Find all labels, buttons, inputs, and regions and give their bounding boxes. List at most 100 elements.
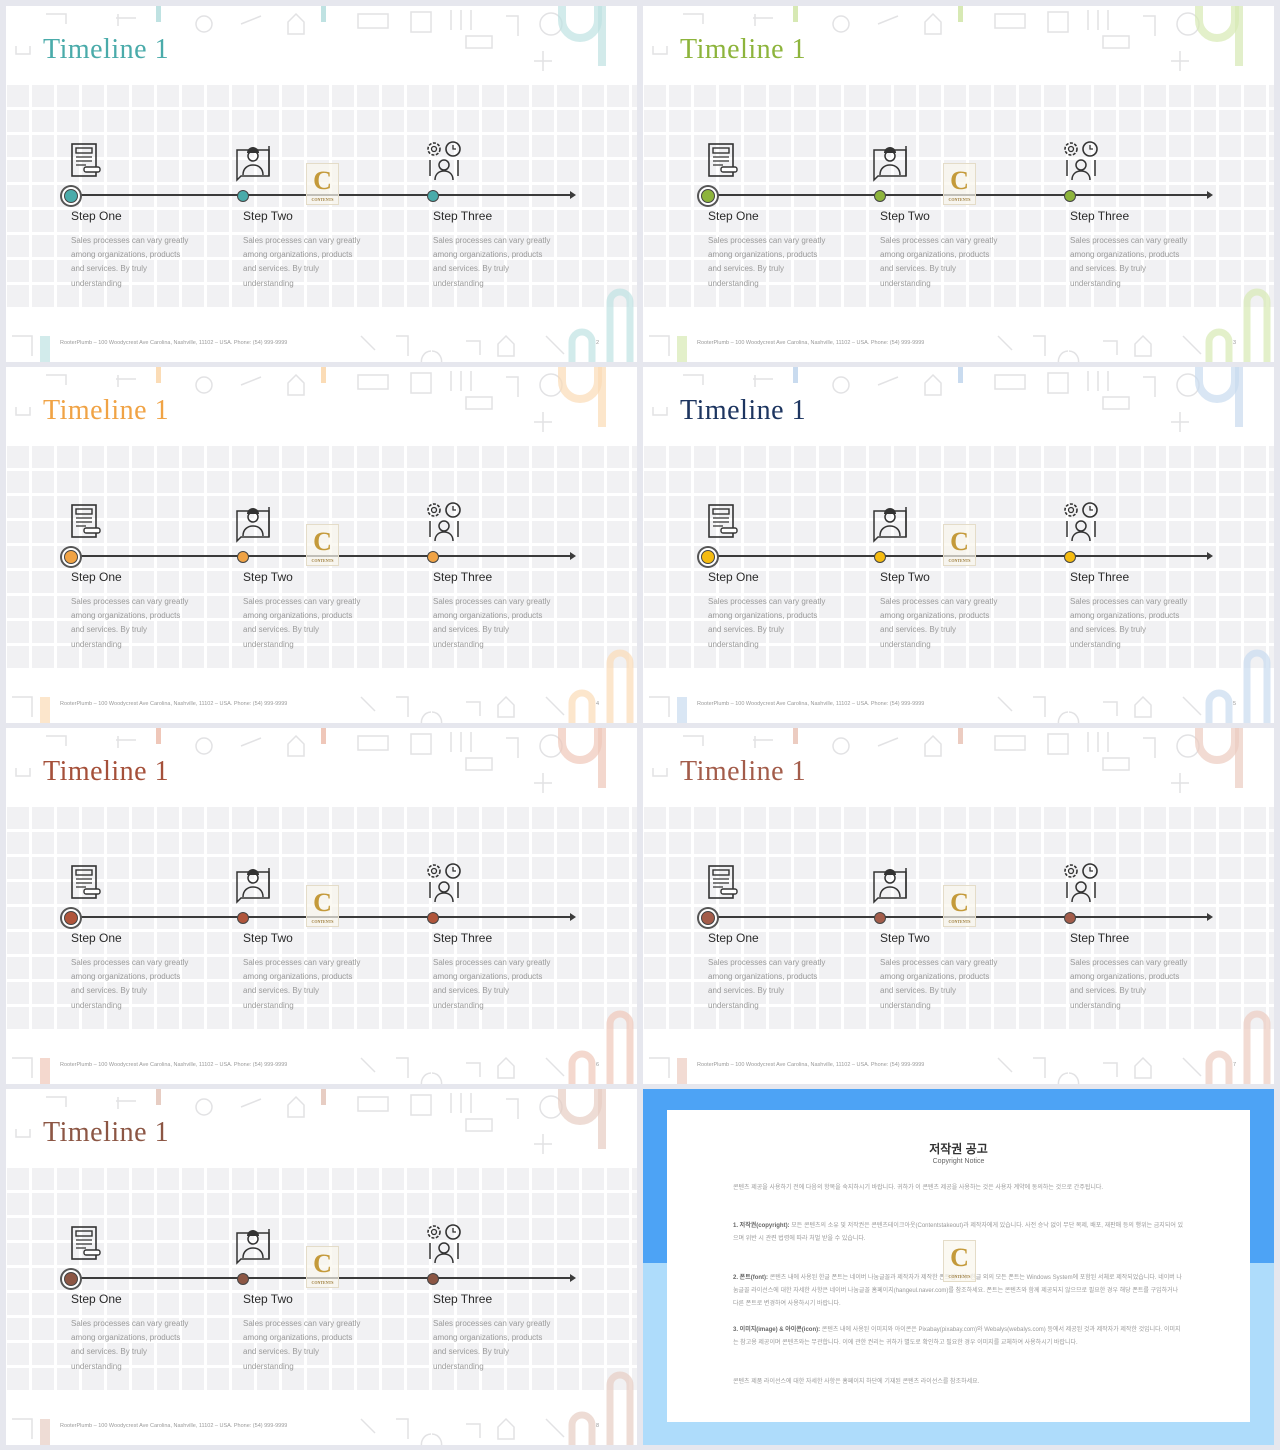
gears-clock-worker-icon <box>1064 502 1098 542</box>
step-label: Step Three <box>433 570 493 584</box>
engineer-blueprint-icon <box>236 507 270 543</box>
slide-thumbnail[interactable]: Timeline 1 C CONTENTS Step One Sales proc… <box>6 728 637 1084</box>
timeline-dot <box>874 912 886 924</box>
step-description-line: and services. By truly <box>708 986 785 996</box>
step-description-line: Sales processes can vary greatly <box>880 958 998 967</box>
slide-thumbnail[interactable]: Timeline 1 C CONTENTS Step One Sales proc… <box>6 1089 637 1445</box>
step-description: Sales processes can vary greatly among or… <box>1070 595 1200 652</box>
step-description: Sales processes can vary greatly among or… <box>880 234 1010 291</box>
step-description-line: and services. By truly <box>71 625 148 635</box>
slide-copyright-notice[interactable]: 저작권 공고 Copyright Notice 콘텐츠 제공을 사용하기 전에 … <box>643 1089 1274 1445</box>
step-description-line: Sales processes can vary greatly <box>71 958 189 967</box>
watermark-logo: C CONTENTS <box>943 163 976 205</box>
step-description-line: and services. By truly <box>880 986 957 996</box>
timeline-dot <box>427 1273 439 1285</box>
contract-icon <box>708 143 738 177</box>
step-description-line: and services. By truly <box>71 264 148 274</box>
slide-title: Timeline 1 <box>680 34 807 65</box>
slide-thumbnail[interactable]: Timeline 1 C CONTENTS Step One Sales proc… <box>643 367 1274 723</box>
slide-title: Timeline 1 <box>680 395 807 426</box>
step-description-line: Sales processes can vary greatly <box>1070 958 1188 967</box>
timeline-arrowhead <box>570 1274 576 1282</box>
step-description-line: understanding <box>880 1000 931 1010</box>
timeline-dot <box>701 550 715 564</box>
step-description-line: Sales processes can vary greatly <box>243 597 361 606</box>
page-number: 5 <box>1233 701 1237 707</box>
page-number: 3 <box>1233 340 1237 346</box>
timeline-dot <box>1064 912 1076 924</box>
step-description-line: understanding <box>243 1361 294 1371</box>
step-description-line: among organizations, products <box>71 972 181 982</box>
step-description-line: and services. By truly <box>708 625 785 635</box>
step-description-line: and services. By truly <box>71 1347 148 1357</box>
watermark-logo: C CONTENTS <box>306 885 339 927</box>
step-description: Sales processes can vary greatly among or… <box>433 234 563 291</box>
timeline-dot <box>237 912 249 924</box>
contract-icon <box>71 1226 101 1260</box>
step-description: Sales processes can vary greatly among or… <box>71 234 201 291</box>
step-description-line: understanding <box>1070 639 1121 649</box>
step-description-line: Sales processes can vary greatly <box>433 597 551 606</box>
step-description-line: understanding <box>708 278 759 288</box>
timeline-dot <box>427 912 439 924</box>
step-description-line: among organizations, products <box>243 1333 353 1343</box>
step-description-line: among organizations, products <box>71 250 181 260</box>
engineer-blueprint-icon <box>873 146 907 182</box>
copyright-item-head: 1. 저작권(copyright): <box>733 1223 790 1229</box>
slide-thumbnail[interactable]: Timeline 1 C CONTENTS Step One Sales proc… <box>643 6 1274 362</box>
step-description-line: among organizations, products <box>1070 250 1180 260</box>
step-label: Step Three <box>1070 209 1130 223</box>
step-description-line: understanding <box>1070 1000 1121 1010</box>
step-description-line: understanding <box>708 1000 759 1010</box>
step-label: Step One <box>708 931 759 945</box>
timeline-dot <box>64 1272 78 1286</box>
page-number: 8 <box>596 1423 600 1429</box>
step-description-line: among organizations, products <box>71 611 181 621</box>
copyright-card: 저작권 공고 Copyright Notice 콘텐츠 제공을 사용하기 전에 … <box>667 1110 1250 1422</box>
step-description-line: understanding <box>71 278 122 288</box>
step-description-line: understanding <box>433 1361 484 1371</box>
slide-title: Timeline 1 <box>43 1117 170 1148</box>
step-description-line: among organizations, products <box>708 250 818 260</box>
slide-footer-address: RooterPlumb – 100 Woodycrest Ave Carolin… <box>60 340 288 346</box>
step-description-line: Sales processes can vary greatly <box>708 236 826 245</box>
slide-thumbnail[interactable]: Timeline 1 C CONTENTS Step One Sales proc… <box>643 728 1274 1084</box>
timeline-dot <box>701 189 715 203</box>
step-description-line: Sales processes can vary greatly <box>243 958 361 967</box>
step-description-line: among organizations, products <box>243 250 353 260</box>
step-description-line: understanding <box>71 1000 122 1010</box>
slide-title: Timeline 1 <box>43 756 170 787</box>
timeline-dot <box>427 190 439 202</box>
step-description-line: understanding <box>433 278 484 288</box>
step-description-line: and services. By truly <box>433 986 510 996</box>
step-description-line: and services. By truly <box>1070 264 1147 274</box>
timeline-dot <box>237 190 249 202</box>
slide-title: Timeline 1 <box>43 395 170 426</box>
step-label: Step Three <box>433 209 493 223</box>
gears-clock-worker-icon <box>427 502 461 542</box>
step-description-line: understanding <box>243 1000 294 1010</box>
step-description-line: Sales processes can vary greatly <box>243 1319 361 1328</box>
copyright-item-head: 2. 폰트(font): <box>733 1275 769 1281</box>
step-description-line: among organizations, products <box>243 972 353 982</box>
step-description: Sales processes can vary greatly among or… <box>433 956 563 1013</box>
step-description-line: understanding <box>433 639 484 649</box>
step-description: Sales processes can vary greatly among or… <box>71 956 201 1013</box>
step-label: Step One <box>71 570 122 584</box>
step-description-line: among organizations, products <box>708 611 818 621</box>
timeline-arrowhead <box>570 191 576 199</box>
timeline-arrowhead <box>570 552 576 560</box>
gears-clock-worker-icon <box>427 141 461 181</box>
step-label: Step Two <box>243 570 293 584</box>
step-description-line: Sales processes can vary greatly <box>708 597 826 606</box>
step-label: Step Three <box>433 931 493 945</box>
step-description-line: Sales processes can vary greatly <box>1070 236 1188 245</box>
slide-title: Timeline 1 <box>43 34 170 65</box>
slide-thumbnail[interactable]: Timeline 1 C CONTENTS Step One Sales proc… <box>6 6 637 362</box>
timeline-arrowhead <box>1207 191 1213 199</box>
step-description: Sales processes can vary greatly among or… <box>708 595 838 652</box>
step-description-line: understanding <box>71 1361 122 1371</box>
step-description-line: and services. By truly <box>1070 986 1147 996</box>
step-label: Step Two <box>243 931 293 945</box>
slide-thumbnail[interactable]: Timeline 1 C CONTENTS Step One Sales proc… <box>6 367 637 723</box>
